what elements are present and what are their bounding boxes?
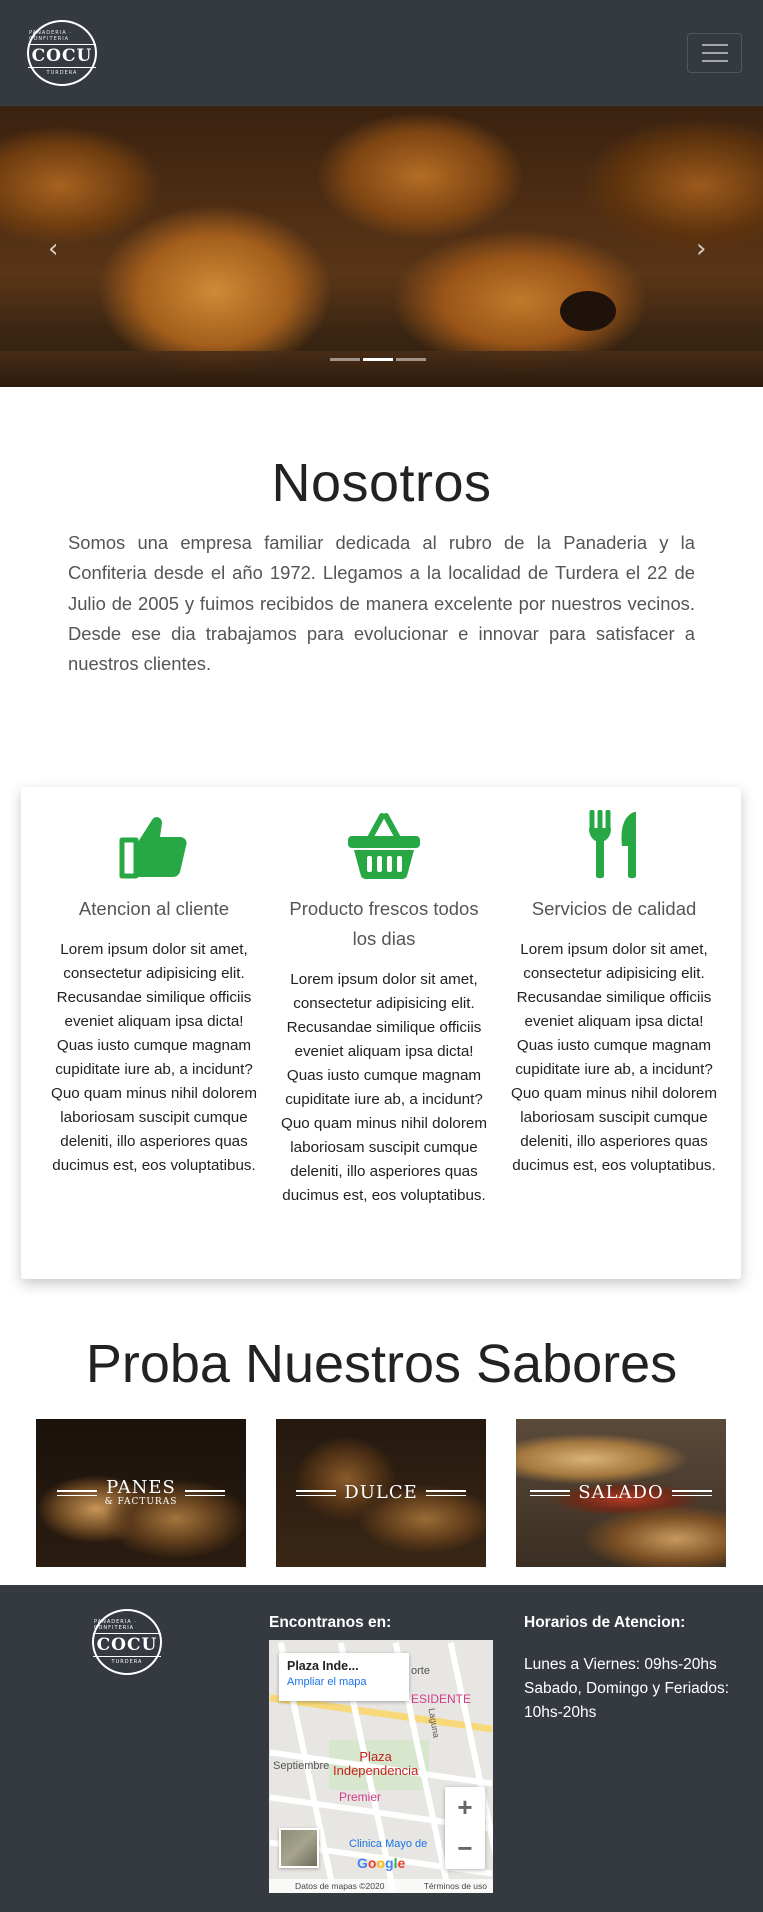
nosotros-title: Nosotros [271, 453, 492, 513]
carousel-indicators [330, 358, 426, 361]
hours-text: Lunes a Viernes: 09hs-20hs Sabado, Domin… [524, 1653, 729, 1725]
carousel-image-board [0, 351, 763, 387]
tile-salado[interactable]: SALADO [516, 1419, 726, 1567]
thumbs-up-icon [119, 817, 187, 879]
feature-title: Producto frescos todos los dias [289, 898, 479, 949]
hamburger-icon-line [701, 60, 728, 62]
tile-label: DULCE [296, 1482, 466, 1503]
tile-panes[interactable]: PANES & FACTURAS [36, 1419, 246, 1567]
nosotros-text: Somos una empresa familiar dedicada al r… [68, 532, 695, 675]
map-enlarge-link[interactable]: Ampliar el mapa [287, 1676, 401, 1688]
zoom-out-button[interactable]: − [457, 1833, 472, 1864]
map-satellite-toggle[interactable] [279, 1828, 319, 1868]
hours-heading: Horarios de Atencion: [524, 1614, 686, 1631]
menu-toggle-button[interactable] [687, 33, 742, 73]
map-poi: Clinica Mayo de [349, 1838, 428, 1850]
logo-ring-top: PANADERIA · CONFITERIA [94, 1619, 137, 1631]
map-terms-link[interactable]: Términos de uso [424, 1881, 487, 1891]
carousel-next-icon[interactable]: › [696, 234, 706, 264]
carousel-image-detail [560, 291, 616, 331]
brand-logo[interactable]: PANADERIA · CONFITERIA COCU TURDERA [27, 20, 97, 86]
utensils-icon [589, 810, 636, 879]
map-plaza-label: Plaza Independencia [333, 1750, 418, 1778]
feature-text: Lorem ipsum dolor sit amet, consectetur … [51, 941, 257, 1174]
logo-text: COCU [92, 1633, 162, 1657]
feature-frescos: Producto frescos todos los dias Lorem ip… [281, 787, 487, 1208]
map-street-label: orte [411, 1665, 430, 1677]
map-plaza-line: Independencia [333, 1763, 419, 1778]
hours-line: Lunes a Viernes: 09hs-20hs [524, 1656, 717, 1673]
hamburger-icon-line [701, 52, 728, 54]
hero-carousel: ‹ › [0, 106, 763, 387]
carousel-indicator-active[interactable] [363, 358, 393, 361]
tile-label-main: SALADO [578, 1482, 664, 1503]
map-street-label: Septiembre [273, 1760, 330, 1772]
location-heading: Encontranos en: [269, 1614, 392, 1631]
carousel-indicator[interactable] [396, 358, 426, 361]
hours-line: Sabado, Domingo y Feriados: [524, 1680, 730, 1697]
tile-label: SALADO [530, 1482, 712, 1503]
carousel-indicator[interactable] [330, 358, 360, 361]
navbar: PANADERIA · CONFITERIA COCU TURDERA [0, 0, 763, 106]
feature-atencion: Atencion al cliente Lorem ipsum dolor si… [51, 787, 257, 1178]
logo-ring-bottom: TURDERA [46, 70, 78, 76]
map-attribution: Datos de mapas ©2020 Términos de uso [269, 1879, 493, 1893]
logo-ring-bottom: TURDERA [111, 1659, 143, 1665]
tile-dulce[interactable]: DULCE [276, 1419, 486, 1567]
logo-ring-top: PANADERIA · CONFITERIA [29, 30, 72, 42]
tile-label-main: PANES [106, 1477, 176, 1498]
feature-text: Lorem ipsum dolor sit amet, consectetur … [281, 971, 487, 1204]
map-place-name: Plaza Inde... [287, 1659, 359, 1673]
map-poi: ESIDENTE [411, 1692, 472, 1706]
tile-label-sub: & FACTURAS [104, 1497, 178, 1507]
feature-title: Atencion al cliente [78, 898, 230, 919]
map-zoom-controls: + − [445, 1787, 485, 1869]
hamburger-icon [701, 44, 728, 46]
tile-label-main: DULCE [344, 1482, 418, 1503]
tile-label: PANES & FACTURAS [56, 1477, 226, 1507]
features-card: Atencion al cliente Lorem ipsum dolor si… [21, 787, 741, 1279]
zoom-in-button[interactable]: + [457, 1792, 472, 1823]
map-plaza-line: Plaza [359, 1749, 392, 1764]
logo-text: COCU [27, 44, 97, 68]
basket-icon [348, 813, 420, 879]
hours-line: 10hs-20hs [524, 1704, 597, 1721]
google-logo: Google [357, 1855, 406, 1871]
footer-logo[interactable]: PANADERIA · CONFITERIA COCU TURDERA [92, 1609, 162, 1675]
map-poi: Premier [339, 1790, 382, 1804]
map-attribution-text: Datos de mapas ©2020 [295, 1881, 385, 1891]
feature-title: Servicios de calidad [531, 898, 697, 919]
feature-text: Lorem ipsum dolor sit amet, consectetur … [511, 941, 717, 1174]
carousel-prev-icon[interactable]: ‹ [48, 234, 58, 264]
sabores-title: Proba Nuestros Sabores [85, 1334, 678, 1394]
footer: PANADERIA · CONFITERIA COCU TURDERA Enco… [0, 1585, 763, 1912]
feature-servicios: Servicios de calidad Lorem ipsum dolor s… [511, 787, 717, 1178]
map-place-card: Plaza Inde... Ampliar el mapa [279, 1653, 409, 1701]
google-map[interactable]: orte ESIDENTE Laguna Septiembre Plaza In… [269, 1640, 493, 1893]
